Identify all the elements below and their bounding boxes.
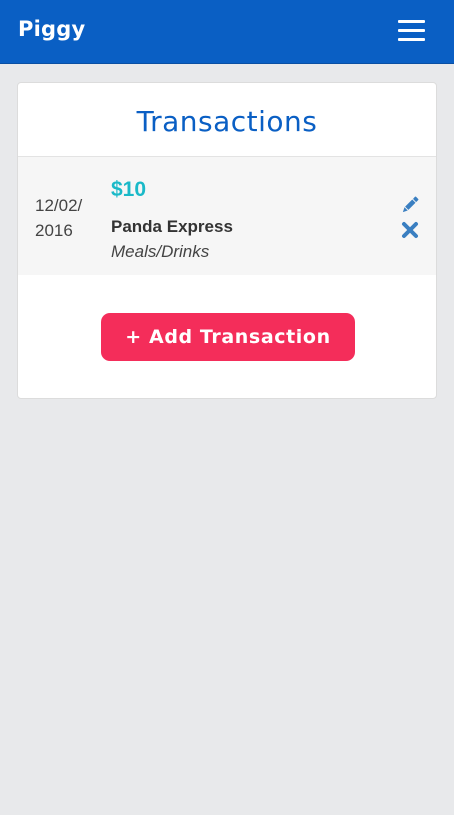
transaction-amount: $10 — [111, 178, 147, 201]
panel-title: Transactions — [136, 105, 318, 138]
hamburger-menu-icon[interactable] — [396, 19, 428, 43]
add-transaction-button[interactable]: + Add Transaction — [101, 313, 355, 361]
pencil-icon[interactable] — [399, 194, 421, 216]
transactions-panel: Transactions 12/02/2016 $10 Panda Expres… — [17, 82, 437, 399]
transaction-date: 12/02/2016 — [35, 196, 83, 240]
transaction-row: 12/02/2016 $10 Panda Express Meals/Drink… — [18, 157, 436, 275]
navbar: Piggy — [0, 0, 454, 64]
close-x-icon[interactable] — [401, 221, 419, 239]
transaction-category: Meals/Drinks — [111, 242, 210, 261]
brand-logo[interactable]: Piggy — [18, 17, 85, 41]
transaction-merchant: Panda Express — [111, 217, 233, 236]
